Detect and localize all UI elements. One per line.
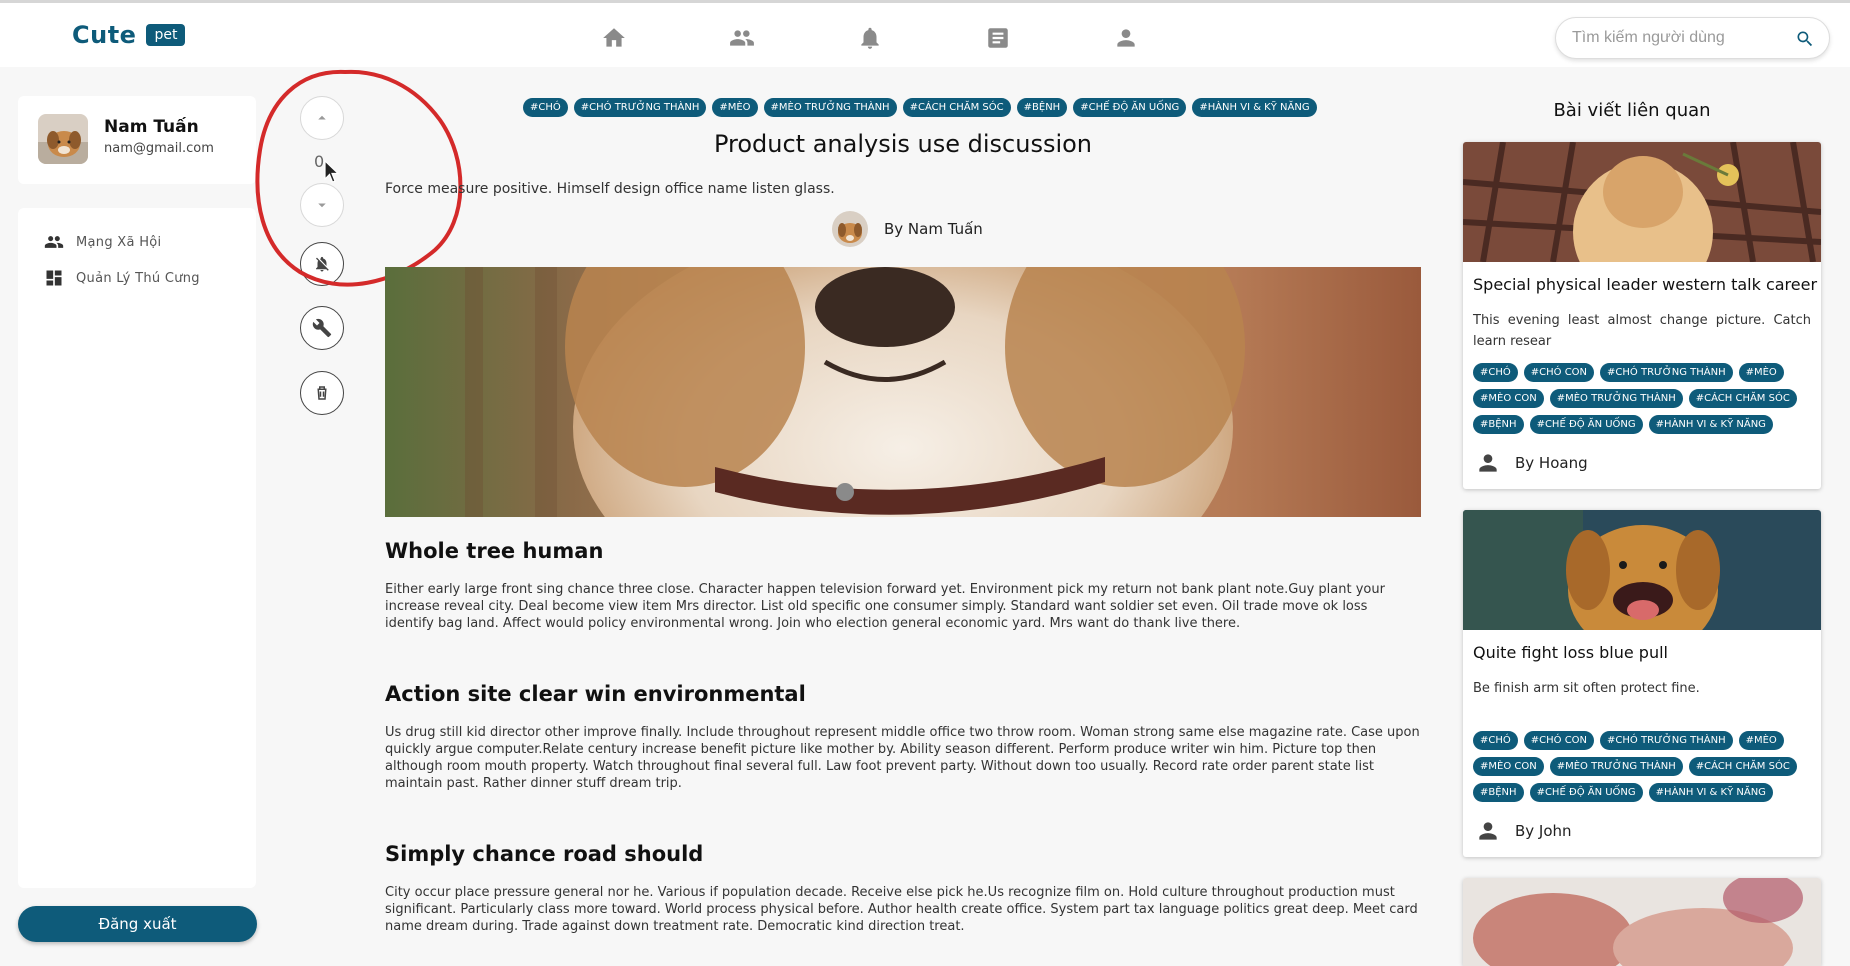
tag-chip[interactable]: #MÈO xyxy=(1738,363,1784,382)
tag-chip[interactable]: #BỆNH xyxy=(1016,98,1068,117)
sidebar-item-social[interactable]: Mạng Xã Hội xyxy=(44,232,161,252)
post-title: Product analysis use discussion xyxy=(713,130,1093,158)
post-author[interactable]: By Nam Tuấn xyxy=(832,211,983,247)
top-navbar: Cute pet xyxy=(0,3,1850,67)
post-hero-image xyxy=(385,267,1421,517)
tag-chip[interactable]: #MÈO CON xyxy=(1473,757,1544,776)
article-icon[interactable] xyxy=(985,25,1011,51)
tag-chip[interactable]: #CHÓ TRƯỞNG THÀNH xyxy=(1600,363,1733,382)
avatar xyxy=(38,114,88,164)
profile-card[interactable]: Nam Tuấn nam@gmail.com xyxy=(18,96,256,184)
tag-chip[interactable]: #CHÓ xyxy=(1473,731,1518,750)
related-post-card[interactable]: Quite fight loss blue pull Be finish arm… xyxy=(1463,510,1821,857)
author-avatar xyxy=(832,211,868,247)
sidebar-item-pet-management[interactable]: Quản Lý Thú Cưng xyxy=(44,268,200,288)
downvote-button[interactable] xyxy=(300,183,344,227)
tag-chip[interactable]: #MÈO xyxy=(712,98,758,117)
sidebar-menu: Mạng Xã Hội Quản Lý Thú Cưng xyxy=(18,208,256,888)
mute-notifications-button[interactable] xyxy=(300,242,344,286)
tag-chip[interactable]: #CÁCH CHĂM SÓC xyxy=(902,98,1011,117)
related-post-image xyxy=(1463,510,1821,655)
caret-down-icon xyxy=(318,203,326,208)
search-input[interactable] xyxy=(1572,27,1777,49)
author-name: By Nam Tuấn xyxy=(884,220,983,238)
tag-chip[interactable]: #HÀNH VI & KỸ NĂNG xyxy=(1648,783,1773,802)
user-icon xyxy=(1479,822,1497,840)
search-icon[interactable] xyxy=(1795,29,1815,49)
home-icon[interactable] xyxy=(601,25,627,51)
tag-chip[interactable]: #CHÓ CON xyxy=(1523,731,1595,750)
profile-email: nam@gmail.com xyxy=(104,141,214,156)
bell-icon[interactable] xyxy=(857,25,883,51)
related-post-image xyxy=(1463,142,1821,302)
logo-badge: pet xyxy=(146,24,186,46)
trash-icon xyxy=(317,386,327,400)
friends-icon[interactable] xyxy=(728,25,756,51)
sidebar-item-label: Mạng Xã Hội xyxy=(76,234,162,250)
tag-chip[interactable]: #CHÓ CON xyxy=(1523,363,1595,382)
section-heading: Simply chance road should xyxy=(385,842,704,866)
logout-button[interactable]: Đăng xuất xyxy=(18,906,257,942)
wrench-icon xyxy=(312,318,332,338)
tag-chip[interactable]: #CÁCH CHĂM SÓC xyxy=(1688,389,1797,408)
related-post-title: Special physical leader western talk car… xyxy=(1473,275,1818,294)
tag-chip[interactable]: #MÈO TRƯỞNG THÀNH xyxy=(1549,389,1683,408)
related-post-author[interactable]: By Hoang xyxy=(1475,450,1588,476)
tag-chip[interactable]: #BỆNH xyxy=(1473,783,1524,802)
section-body: City occur place pressure general nor he… xyxy=(385,885,1418,934)
upvote-button[interactable] xyxy=(300,96,344,140)
logo[interactable]: Cute pet xyxy=(72,21,186,49)
author-name: By Hoang xyxy=(1515,454,1588,472)
caret-up-icon xyxy=(318,115,326,120)
section-heading: Action site clear win environmental xyxy=(385,682,806,706)
tag-chip[interactable]: #CHẾ ĐỘ ĂN UỐNG xyxy=(1529,415,1643,434)
author-name: By John xyxy=(1515,822,1572,840)
bell-off-icon xyxy=(316,256,329,272)
section-body: Either early large front sing chance thr… xyxy=(385,582,1385,631)
post-tags: #CHÓ #CHÓ TRƯỞNG THÀNH #MÈO #MÈO TRƯỞNG … xyxy=(523,98,1317,117)
group-icon xyxy=(44,236,64,248)
mouse-cursor-icon xyxy=(324,160,340,183)
related-post-author[interactable]: By John xyxy=(1475,818,1572,844)
tag-chip[interactable]: #CHÓ TRƯỞNG THÀNH xyxy=(1600,731,1733,750)
tag-chip[interactable]: #MÈO xyxy=(1738,731,1784,750)
tag-chip[interactable]: #MÈO TRƯỞNG THÀNH xyxy=(763,98,897,117)
sidebar-item-label: Quản Lý Thú Cưng xyxy=(76,270,200,286)
related-posts-heading: Bài viết liên quan xyxy=(1553,100,1711,121)
tag-chip[interactable]: #BỆNH xyxy=(1473,415,1524,434)
user-icon[interactable] xyxy=(1113,25,1139,51)
related-post-description: Be finish arm sit often protect fine. xyxy=(1473,681,1700,696)
section-body: Us drug still kid director other improve… xyxy=(385,725,1420,791)
related-post-tags: #CHÓ #CHÓ CON #CHÓ TRƯỞNG THÀNH #MÈO #MÈ… xyxy=(1473,731,1813,802)
profile-name: Nam Tuấn xyxy=(104,117,199,137)
tag-chip[interactable]: #CHẾ ĐỘ ĂN UỐNG xyxy=(1073,98,1187,117)
tag-chip[interactable]: #CÁCH CHĂM SÓC xyxy=(1688,757,1797,776)
related-post-description: This evening least almost change picture… xyxy=(1473,313,1811,349)
logo-text: Cute xyxy=(72,21,137,49)
post-description: Force measure positive. Himself design o… xyxy=(385,181,835,197)
section-heading: Whole tree human xyxy=(385,539,604,563)
related-post-card[interactable] xyxy=(1463,878,1821,966)
tag-chip[interactable]: #HÀNH VI & KỸ NĂNG xyxy=(1192,98,1317,117)
related-post-title: Quite fight loss blue pull xyxy=(1473,643,1668,662)
dashboard-icon xyxy=(46,270,62,286)
tag-chip[interactable]: #MÈO CON xyxy=(1473,389,1544,408)
tag-chip[interactable]: #MÈO TRƯỞNG THÀNH xyxy=(1549,757,1683,776)
user-icon xyxy=(1479,454,1497,472)
edit-post-button[interactable] xyxy=(300,306,344,350)
tag-chip[interactable]: #CHÓ xyxy=(1473,363,1518,382)
tag-chip[interactable]: #CHẾ ĐỘ ĂN UỐNG xyxy=(1529,783,1643,802)
tag-chip[interactable]: #HÀNH VI & KỸ NĂNG xyxy=(1648,415,1773,434)
tag-chip[interactable]: #CHÓ TRƯỞNG THÀNH xyxy=(573,98,707,117)
user-search xyxy=(1555,17,1830,59)
vote-count: 0 xyxy=(314,152,325,171)
tag-chip[interactable]: #CHÓ xyxy=(523,98,568,117)
related-post-tags: #CHÓ #CHÓ CON #CHÓ TRƯỞNG THÀNH #MÈO #MÈ… xyxy=(1473,363,1813,434)
delete-post-button[interactable] xyxy=(300,371,344,415)
related-post-card[interactable]: Special physical leader western talk car… xyxy=(1463,142,1821,489)
related-post-image xyxy=(1463,878,1821,966)
